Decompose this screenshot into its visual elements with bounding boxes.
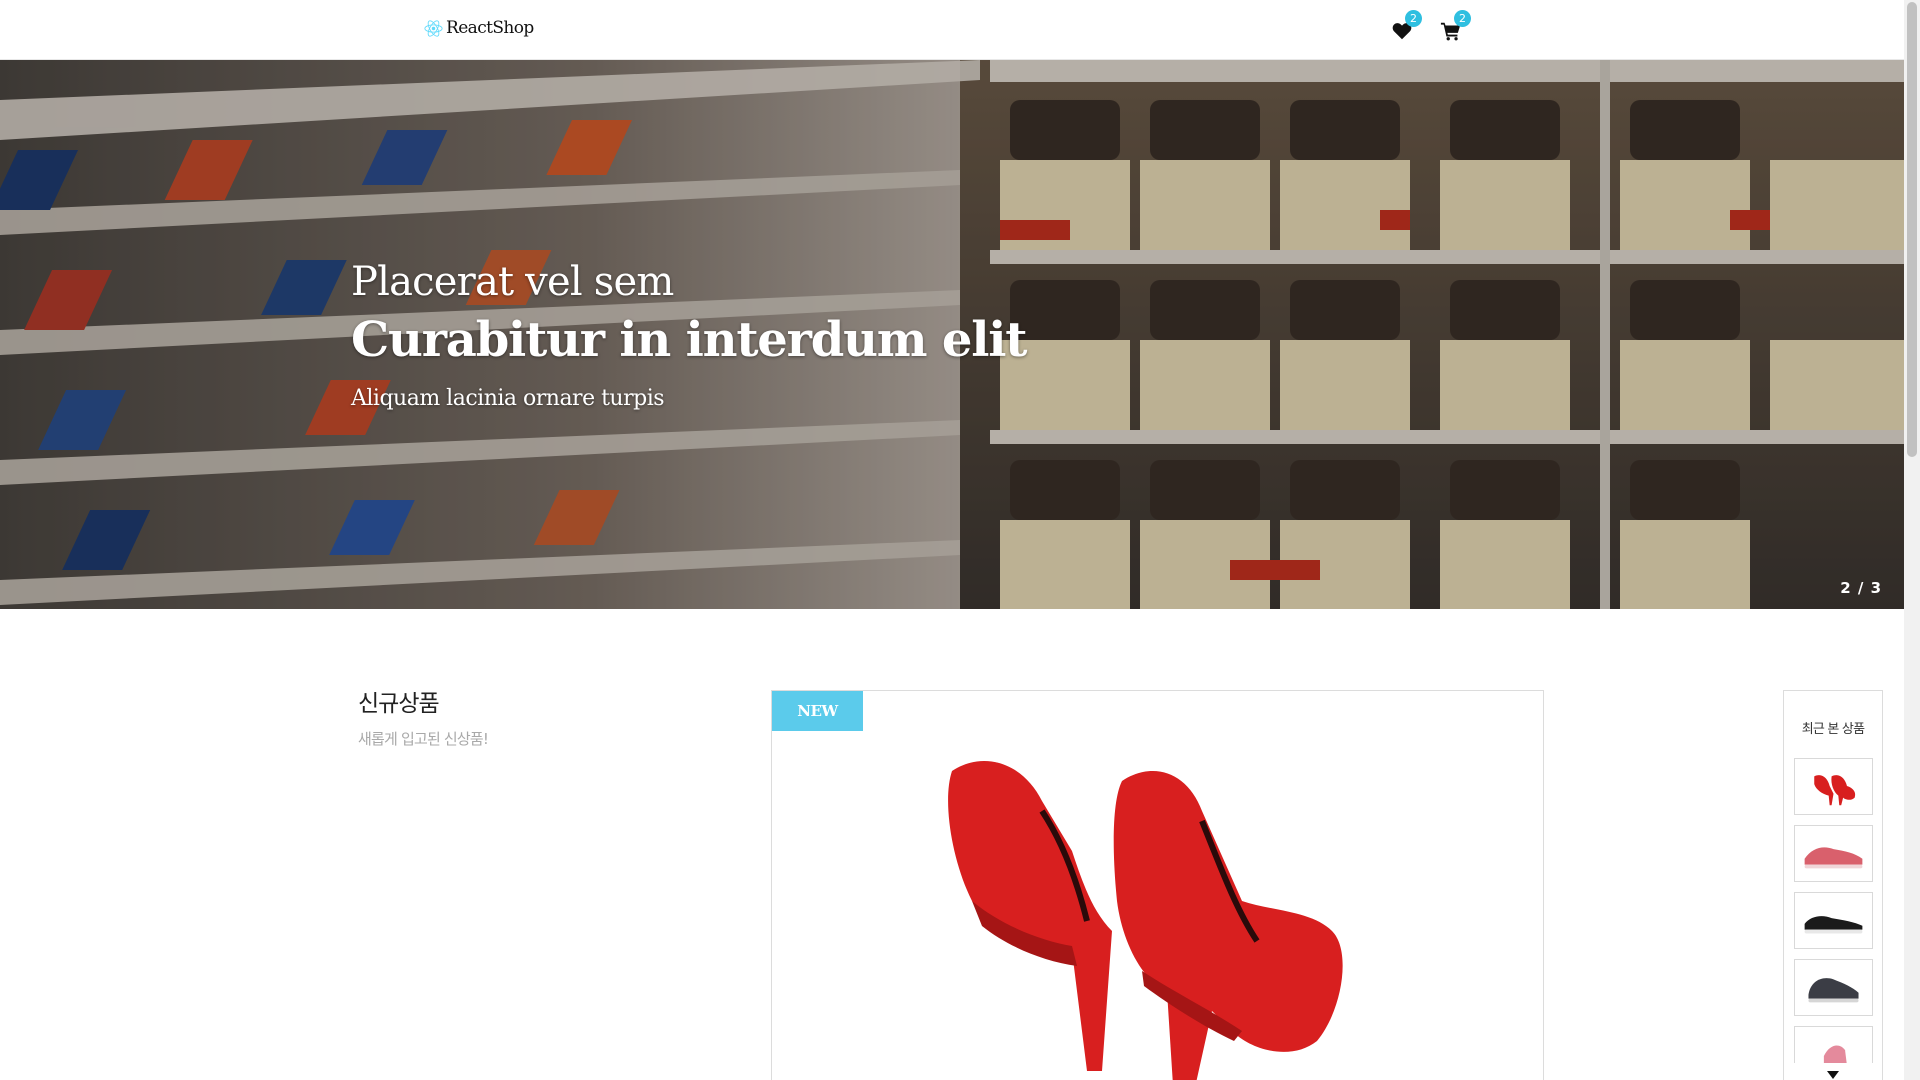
recently-viewed-panel: 최근 본 상품 — [1783, 690, 1883, 1080]
wishlist-count-badge: 2 — [1405, 10, 1422, 27]
logo-text: ReactShop — [446, 18, 534, 38]
recent-item-image — [1804, 847, 1863, 869]
slide-counter: 2 / 3 — [1840, 579, 1882, 597]
hero-subtitle: Placerat vel sem — [351, 259, 674, 305]
recent-item-red-heels[interactable] — [1794, 758, 1873, 815]
recent-item-black-sneaker[interactable] — [1794, 892, 1873, 949]
logo-link[interactable]: ReactShop — [424, 18, 534, 38]
page-scrollbar[interactable] — [1904, 0, 1920, 1080]
featured-product-card[interactable]: NEW — [771, 690, 1544, 1080]
recent-scroll-down-button[interactable] — [1784, 1063, 1882, 1080]
top-header: ReactShop 2 2 — [0, 0, 1904, 60]
recently-viewed-title: 최근 본 상품 — [1801, 722, 1865, 737]
recent-item-image — [1814, 775, 1856, 806]
recent-item-image — [1808, 978, 1859, 1003]
wishlist-button[interactable]: 2 — [1387, 10, 1422, 46]
hero-description: Aliquam lacinia ornare turpis — [351, 386, 665, 411]
new-products-heading: 신규상품 새롭게 입고된 신상품! — [358, 684, 489, 749]
cart-count-badge: 2 — [1454, 10, 1471, 27]
hero-text-block: Placerat vel sem Curabitur in interdum e… — [351, 256, 1027, 411]
new-tag: NEW — [772, 691, 863, 731]
scrollbar-thumb[interactable] — [1907, 2, 1917, 457]
hero-title: Curabitur in interdum elit — [351, 312, 1027, 368]
recent-item-image — [1804, 916, 1863, 934]
section-title: 신규상품 — [358, 691, 440, 717]
cart-button[interactable]: 2 — [1436, 10, 1471, 46]
recent-item-pink-sneaker[interactable] — [1794, 825, 1873, 882]
react-atom-icon — [424, 19, 443, 37]
section-subtitle: 새롭게 입고된 신상품! — [358, 730, 489, 748]
red-heels-product-image — [948, 761, 1343, 1080]
caret-down-icon — [1827, 1071, 1839, 1079]
hero-carousel[interactable]: Placerat vel sem Curabitur in interdum e… — [0, 60, 1904, 609]
recent-item-gray-sneaker[interactable] — [1794, 959, 1873, 1016]
